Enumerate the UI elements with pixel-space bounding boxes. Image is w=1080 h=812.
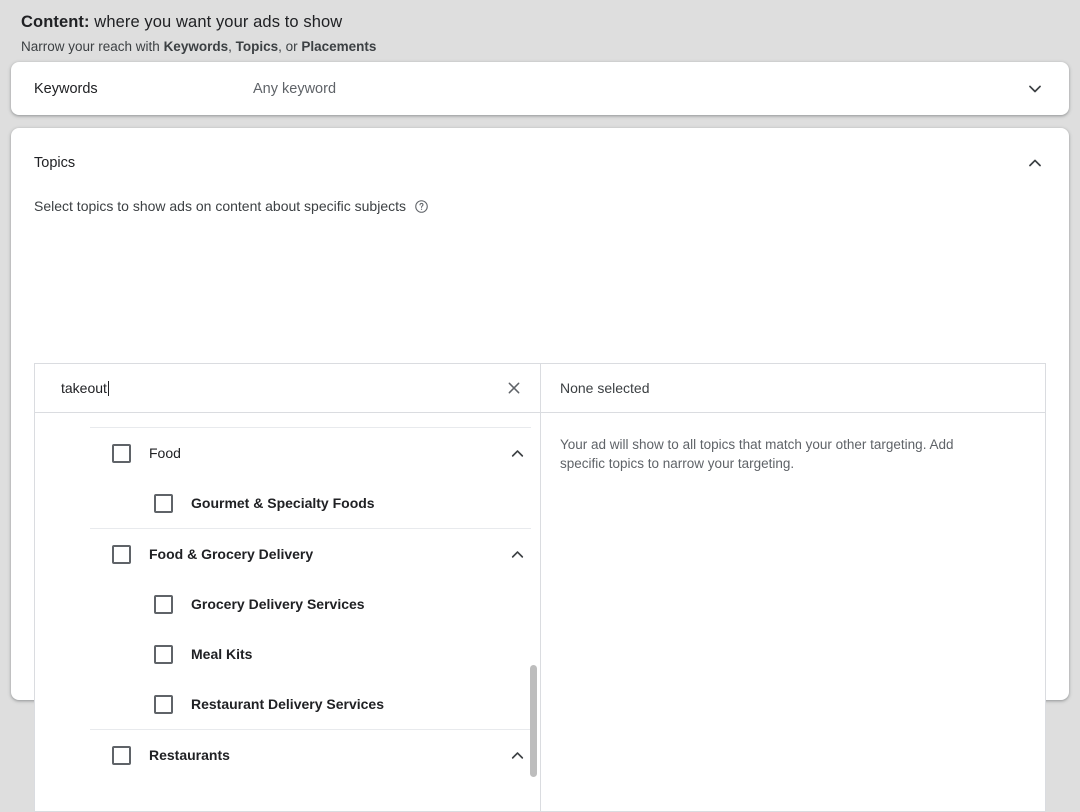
page-subtitle: Narrow your reach with Keywords, Topics,…	[21, 38, 1080, 55]
topic-checkbox[interactable]	[112, 443, 131, 463]
topics-description-row: Select topics to show ads on content abo…	[34, 198, 1069, 214]
tree-node[interactable]: Restaurants	[35, 730, 540, 780]
subtitle-sep-1: ,	[228, 39, 236, 54]
topic-checkbox[interactable]	[154, 644, 173, 664]
tree-node[interactable]: Meal Kits	[35, 629, 540, 679]
topic-label: Gourmet & Specialty Foods	[191, 495, 375, 511]
help-circle-icon[interactable]	[414, 199, 429, 214]
topics-description: Select topics to show ads on content abo…	[34, 198, 406, 214]
scrollbar-thumb[interactable]	[530, 665, 537, 777]
subtitle-placements: Placements	[301, 39, 377, 54]
topic-label: Meal Kits	[191, 646, 253, 662]
chevron-down-icon[interactable]	[1011, 78, 1059, 100]
topics-card: Topics Select topics to show ads on cont…	[11, 128, 1069, 812]
topic-checkbox[interactable]	[112, 544, 131, 564]
close-icon[interactable]	[488, 378, 540, 398]
subtitle-keywords: Keywords	[163, 39, 229, 54]
tree-node[interactable]: Restaurant Delivery Services	[35, 679, 540, 729]
topic-checkbox[interactable]	[154, 493, 173, 513]
selected-topics-pane: None selected Your ad will show to all t…	[541, 364, 1045, 811]
topic-label: Food & Grocery Delivery	[149, 546, 314, 562]
page-header: Content: where you want your ads to show…	[0, 0, 1080, 58]
keywords-label: Keywords	[34, 80, 98, 97]
page-title: Content: where you want your ads to show	[21, 12, 1080, 32]
subtitle-prefix: Narrow your reach with	[21, 39, 164, 54]
topic-checkbox[interactable]	[154, 594, 173, 614]
topics-header-row[interactable]: Topics	[11, 128, 1069, 198]
tree-node[interactable]: Food	[35, 428, 540, 478]
topic-label: Grocery Delivery Services	[191, 596, 365, 612]
subtitle-sep-2: , or	[278, 39, 302, 54]
tree-node[interactable]: Gourmet & Specialty Foods	[35, 478, 540, 528]
topic-tree-scrollbar[interactable]	[530, 413, 537, 811]
topic-label: Restaurant Delivery Services	[191, 696, 384, 712]
chevron-up-icon[interactable]	[1011, 152, 1059, 174]
keywords-value: Any keyword	[253, 80, 337, 97]
topics-title: Topics	[34, 155, 76, 171]
selected-topics-heading: None selected	[541, 364, 1045, 413]
topic-label: Restaurants	[149, 747, 230, 763]
topic-label: Food	[149, 445, 181, 461]
search-input[interactable]: takeout	[61, 380, 488, 396]
topic-search-bar: takeout	[35, 364, 540, 413]
topic-checkbox[interactable]	[154, 694, 173, 714]
topic-selector: takeout Food Gourmet & Specialty Foods Foo…	[34, 363, 1046, 812]
page-title-rest: where you want your ads to show	[89, 13, 343, 31]
topic-tree[interactable]: Food Gourmet & Specialty Foods Food & Groc…	[35, 413, 540, 811]
topic-checkbox[interactable]	[112, 745, 131, 765]
keywords-row[interactable]: Keywords Any keyword	[11, 62, 1069, 115]
keywords-card: Keywords Any keyword	[11, 62, 1069, 115]
tree-node[interactable]: Food & Grocery Delivery	[35, 529, 540, 579]
topic-browser-pane: takeout Food Gourmet & Specialty Foods Foo…	[35, 364, 541, 811]
page-title-bold: Content:	[21, 13, 90, 31]
subtitle-topics: Topics	[235, 39, 279, 54]
tree-node[interactable]: Grocery Delivery Services	[35, 579, 540, 629]
selected-topics-help-text: Your ad will show to all topics that mat…	[560, 437, 954, 471]
